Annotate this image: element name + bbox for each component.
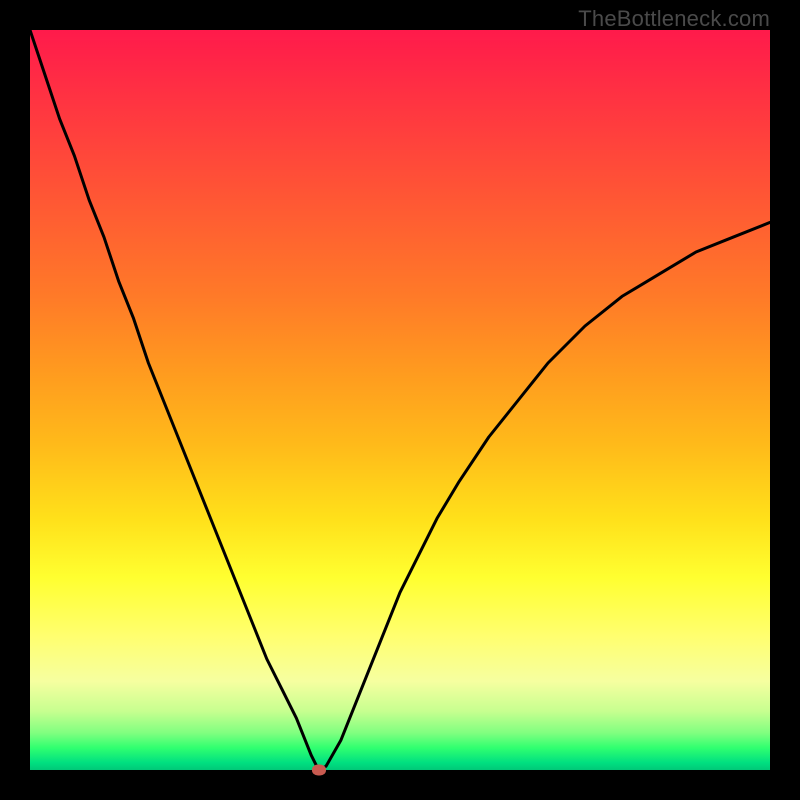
chart-frame: TheBottleneck.com	[0, 0, 800, 800]
bottleneck-curve	[30, 30, 770, 770]
attribution-label: TheBottleneck.com	[578, 6, 770, 32]
minimum-marker	[312, 765, 326, 776]
plot-area	[30, 30, 770, 770]
